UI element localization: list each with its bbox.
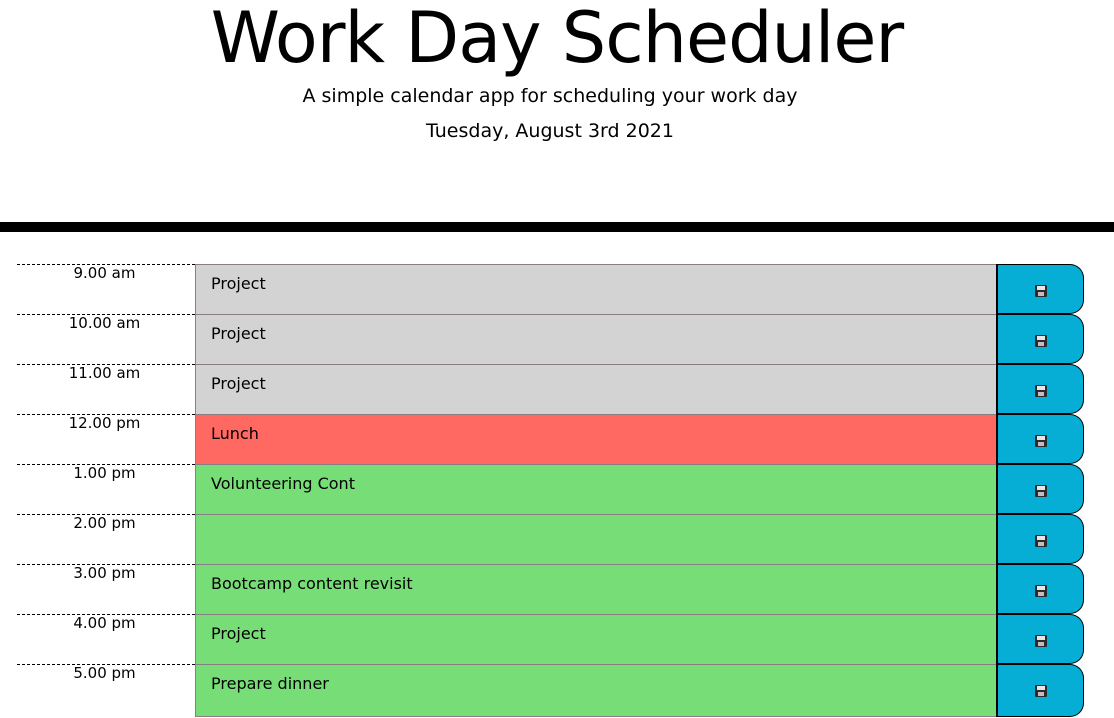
floppy-disk-icon (1035, 685, 1047, 697)
hour-text: 12.00 pm (68, 414, 141, 432)
save-button[interactable] (996, 514, 1084, 564)
time-block-row: 2.00 pm (17, 514, 1085, 564)
event-description-field[interactable]: Project (195, 364, 996, 414)
page-title: Work Day Scheduler (210, 0, 904, 79)
event-description-field[interactable]: Project (195, 264, 996, 314)
hour-label: 9.00 am (17, 264, 195, 313)
time-block-row: 10.00 am Project (17, 314, 1085, 364)
page-subtitle: A simple calendar app for scheduling you… (302, 85, 798, 107)
hour-text: 5.00 pm (73, 664, 136, 682)
event-description-field[interactable]: Volunteering Cont (195, 464, 996, 514)
header-divider (0, 222, 1114, 232)
time-block-row: 12.00 pm Lunch (17, 414, 1085, 464)
hour-text: 10.00 am (68, 314, 141, 332)
time-block-row: 3.00 pm Bootcamp content revisit (17, 564, 1085, 614)
hour-label: 10.00 am (17, 314, 195, 363)
event-description-field[interactable]: Lunch (195, 414, 996, 464)
hour-text: 2.00 pm (73, 514, 136, 532)
event-description-field[interactable]: Bootcamp content revisit (195, 564, 996, 614)
save-button[interactable] (996, 314, 1084, 364)
hour-label: 1.00 pm (17, 464, 195, 513)
schedule-container: 9.00 am Project 10.00 am Project 11.00 a… (17, 264, 1085, 717)
floppy-disk-icon (1035, 585, 1047, 597)
hour-label: 12.00 pm (17, 414, 195, 463)
event-description-field[interactable]: Project (195, 614, 996, 664)
save-button[interactable] (996, 364, 1084, 414)
save-button[interactable] (996, 464, 1084, 514)
floppy-disk-icon (1035, 335, 1047, 347)
save-button[interactable] (996, 664, 1084, 717)
floppy-disk-icon (1035, 435, 1047, 447)
hour-label: 2.00 pm (17, 514, 195, 563)
floppy-disk-icon (1035, 385, 1047, 397)
time-block-row: 11.00 am Project (17, 364, 1085, 414)
time-block-row: 5.00 pm Prepare dinner (17, 664, 1085, 717)
event-description-field[interactable] (195, 514, 996, 564)
event-description-field[interactable]: Project (195, 314, 996, 364)
hour-label: 3.00 pm (17, 564, 195, 613)
floppy-disk-icon (1035, 485, 1047, 497)
hour-label: 4.00 pm (17, 614, 195, 663)
time-block-row: 4.00 pm Project (17, 614, 1085, 664)
event-description-field[interactable]: Prepare dinner (195, 664, 996, 717)
save-button[interactable] (996, 264, 1084, 314)
hour-text: 11.00 am (68, 364, 141, 382)
time-block-row: 1.00 pm Volunteering Cont (17, 464, 1085, 514)
hour-text: 3.00 pm (73, 564, 136, 582)
save-button[interactable] (996, 614, 1084, 664)
time-block-row: 9.00 am Project (17, 264, 1085, 314)
hour-text: 9.00 am (73, 264, 136, 282)
hour-label: 11.00 am (17, 364, 195, 413)
floppy-disk-icon (1035, 535, 1047, 547)
hour-text: 1.00 pm (73, 464, 136, 482)
floppy-disk-icon (1035, 635, 1047, 647)
hour-label: 5.00 pm (17, 664, 195, 713)
save-button[interactable] (996, 564, 1084, 614)
page-header: Work Day Scheduler A simple calendar app… (0, 0, 1114, 222)
save-button[interactable] (996, 414, 1084, 464)
current-date: Tuesday, August 3rd 2021 (426, 120, 674, 142)
hour-text: 4.00 pm (73, 614, 136, 632)
floppy-disk-icon (1035, 285, 1047, 297)
